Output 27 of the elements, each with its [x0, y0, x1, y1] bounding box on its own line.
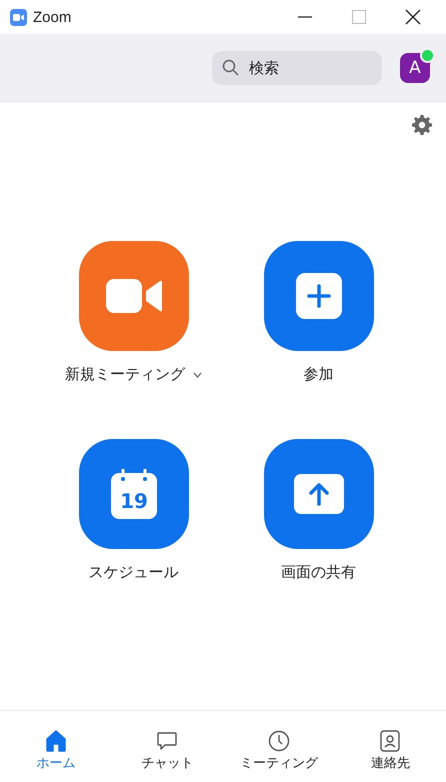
window-title: Zoom: [33, 8, 72, 26]
maximize-icon: [352, 10, 366, 24]
chevron-down-icon[interactable]: [193, 372, 202, 378]
video-camera-icon: [106, 279, 162, 313]
search-field[interactable]: 検索: [247, 58, 371, 78]
action-label: 画面の共有: [281, 563, 356, 582]
calendar-tile-button[interactable]: 19: [78, 439, 188, 549]
nav-tab[interactable]: チャット: [112, 711, 223, 782]
clock-icon: [268, 730, 290, 752]
plus-tile-button[interactable]: [264, 241, 374, 351]
video-tile-button[interactable]: [78, 241, 188, 351]
settings-icon[interactable]: [412, 115, 432, 135]
speech-bubble-icon: [156, 730, 178, 752]
action-label: 参加: [304, 365, 334, 384]
home-icon: [44, 730, 67, 752]
share-tile-button[interactable]: [264, 439, 374, 549]
contact-card-icon: [379, 730, 402, 752]
search-icon: [222, 59, 239, 76]
nav-tab[interactable]: ミーティング: [223, 711, 334, 782]
nav-tab[interactable]: ホーム: [0, 711, 112, 782]
plus-icon: [296, 273, 342, 319]
close-icon: [405, 9, 421, 25]
nav-tab[interactable]: 連絡先: [334, 711, 446, 782]
app-logo-icon: [10, 8, 27, 26]
search-bar[interactable]: 検索: [212, 50, 382, 84]
action-label: スケジュール: [88, 563, 178, 582]
action-label: 新規ミーティング: [65, 365, 185, 384]
